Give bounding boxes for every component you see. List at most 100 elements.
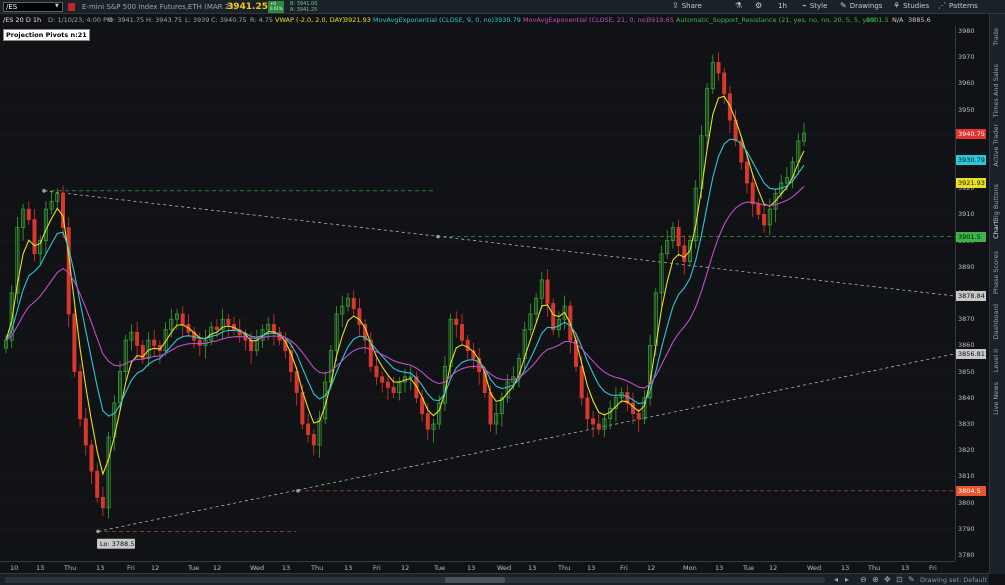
side-tab-active-trader[interactable]: Active Trader [992,124,1000,167]
asr-study[interactable]: Automatic_Support_Resistance (21, yes, n… [676,14,876,26]
settings-button[interactable]: ⚙ [755,2,762,10]
chevron-down-icon[interactable]: ▼ [55,3,59,9]
vwap-value: 3921.93 [344,16,371,24]
symbol-input[interactable]: /ES [3,2,63,12]
zoom-out-icon[interactable]: ⊖ [860,575,867,584]
aggregation-button[interactable]: 1h [778,2,787,10]
time-tick: 13 [36,564,45,572]
candle-body [756,203,761,215]
candle-body [596,423,601,430]
aggregation-label: 1h [778,2,787,10]
net-change-badge: +0 0.01% [268,1,284,13]
bar-close: C: 3940.75 [211,16,247,24]
candle-body [374,365,379,378]
scroll-left-icon[interactable]: ◂ [834,575,838,584]
candle-body [197,339,202,346]
style-button[interactable]: ⌁ Style [802,2,828,11]
side-tab-chart[interactable]: Chart [992,221,1000,239]
price-badge: 3930.79 [956,154,986,165]
ema21-study[interactable]: MovAvgExponential (CLOSE, 21, 0, no) [523,14,648,26]
candle-body [750,182,755,205]
time-tick: 13 [715,564,724,572]
candle-body [551,303,556,331]
drawing-set-icon[interactable]: ✎ [908,575,915,584]
price-axis[interactable]: 3980397039603950394039303920391039003890… [955,26,989,561]
candle-body [391,386,396,393]
net-change-percent: 0.01% [270,6,283,11]
patterns-button[interactable]: ⋰ Patterns [938,2,978,11]
time-tick: 13 [528,564,537,572]
candle-body [271,324,276,333]
candle-body [357,308,362,325]
price-chart[interactable]: Lo: 3788.5 [0,26,955,561]
price-tick: 3810 [958,472,975,481]
candle-body [351,297,356,310]
candle-body [32,219,37,255]
price-badge: 3921.93 [956,178,986,189]
price-badge: 3878.84 [956,291,986,302]
zoom-box-icon[interactable]: ⊡ [896,575,903,584]
scroll-right-icon[interactable]: ▸ [845,575,849,584]
candle-body [66,227,71,315]
candle-body [226,318,231,325]
time-tick: 13 [587,564,596,572]
time-tick: Wed [807,564,822,572]
time-tick: Tue [188,564,200,572]
share-button[interactable]: ⇪ Share [672,1,702,11]
gear-icon: ⚙ [755,1,763,10]
vwap-line [5,95,805,476]
candle-body [380,376,385,383]
price-badge: 3940.75 [956,128,986,139]
pencil-icon: ✎ [840,1,847,10]
studies-button[interactable]: ⚘ Studies [893,1,930,11]
share-icon: ⇪ [672,1,679,10]
drawing-set-label[interactable]: Drawing set: Default [920,576,987,584]
ema9-study[interactable]: MovAvgExponential (CLOSE, 9, 0, no) [373,14,494,26]
side-tab-times-and-sales[interactable]: Times And Sales [992,64,1000,117]
low-label: Lo: 3788.5 [100,540,134,548]
drawings-button[interactable]: ✎ Drawings [840,1,882,11]
vwap-study[interactable]: VWAP (-2.0, 2.0, DAY) [275,14,345,26]
pan-icon[interactable]: ✥ [884,575,891,584]
time-tick: 10 [10,564,19,572]
side-tab-phase-scores[interactable]: Phase Scores [992,251,1000,294]
side-panel-tabs: Trade Times And Sales Active Trader Big But… [989,14,1005,574]
candle-body [311,434,316,446]
candle-body [300,392,305,425]
pivot-marker [42,189,46,193]
time-axis[interactable]: 10 13 Thu 13 Fri 12 Tue 12 Wed 13 Thu 13 Fri 12 Tue 13 W… [0,561,955,573]
ema21-value: 3919.65 [647,16,674,24]
side-tab-trade[interactable]: Trade [992,28,1000,46]
scrollbar-thumb[interactable] [445,577,505,583]
chart-grid [0,30,955,556]
price-tick: 3960 [958,79,975,88]
time-tick: 13 [344,564,353,572]
price-badge: 3804.5 [956,485,986,496]
bar-low: L: 3939 [185,16,210,24]
candle-body [152,339,157,346]
time-tick: Wed [497,564,512,572]
chart-scrollbar[interactable] [5,577,825,583]
style-label: Style [809,2,828,10]
chart-id: /ES 20 D 1h [3,16,42,24]
studies-icon: ⚘ [893,1,901,10]
side-tab-dashboard[interactable]: Dashboard [992,304,1000,339]
candle-body [180,313,185,325]
side-tab-level-ii[interactable]: Level II [992,349,1000,372]
share-label: Share [681,2,702,10]
time-tick: Fri [373,564,381,572]
link-color-button[interactable] [68,3,75,11]
bar-high: H: 3943.75 [146,16,183,24]
candle-body [716,62,721,74]
price-tick: 3820 [958,446,975,455]
studies-label: Studies [903,2,930,10]
side-tab-live-news[interactable]: Live News [992,382,1000,415]
price-badge: 3901.5 [956,231,986,242]
beaker-button[interactable]: ⚗ [735,2,742,10]
side-tab-big-buttons[interactable]: Big Buttons [992,184,1000,222]
pivot-marker [96,529,100,534]
last-price: 3941.25 [227,2,268,12]
patterns-label: Patterns [949,2,978,10]
zoom-in-icon[interactable]: ⊕ [872,575,879,584]
study-lines [5,95,805,476]
